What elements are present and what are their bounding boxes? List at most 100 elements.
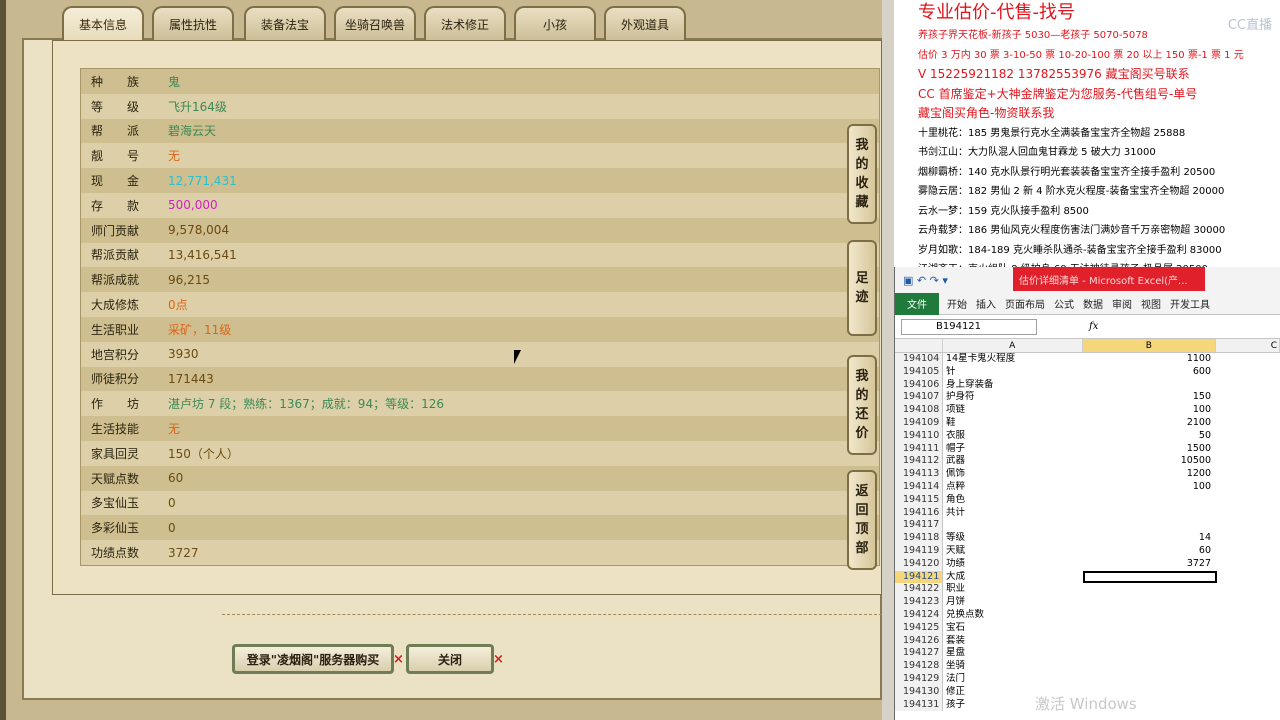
cell-a[interactable]: 大成	[943, 571, 1083, 584]
game-scrollbar[interactable]	[882, 0, 894, 720]
row-number[interactable]: 194129	[895, 672, 943, 686]
row-number[interactable]: 194108	[895, 404, 943, 417]
close-button[interactable]: 关闭	[406, 644, 494, 674]
cell-a[interactable]: 职业	[943, 583, 1083, 596]
cell-b[interactable]	[1083, 570, 1217, 584]
row-number[interactable]: 194113	[895, 468, 943, 481]
cell-a[interactable]: 14星卡鬼火程度	[943, 353, 1083, 366]
cell-b[interactable]: 1500	[1083, 443, 1217, 456]
cell-a[interactable]: 星盘	[943, 647, 1083, 660]
row-number[interactable]: 194125	[895, 621, 943, 635]
my-offers-button[interactable]: 我的还价	[847, 355, 877, 455]
row-number[interactable]: 194126	[895, 634, 943, 648]
cell-a[interactable]: 武器	[943, 455, 1083, 468]
ribbon-tab[interactable]: 公式	[1054, 296, 1074, 311]
tab-item-5[interactable]: 小孩	[514, 6, 596, 40]
cell-a[interactable]: 套装	[943, 635, 1083, 648]
tab-item-6[interactable]: 外观道具	[604, 6, 686, 40]
cell-b[interactable]	[1083, 647, 1217, 660]
row-number[interactable]: 194117	[895, 519, 943, 533]
cell-b[interactable]	[1083, 494, 1217, 507]
ribbon-tab[interactable]: 开始	[947, 296, 967, 311]
cell-b[interactable]: 60	[1083, 545, 1217, 558]
row-number[interactable]: 194109	[895, 416, 943, 430]
tab-basic-info[interactable]: 基本信息	[62, 6, 144, 40]
column-header-b[interactable]: B	[1082, 339, 1217, 352]
cell-b[interactable]: 1100	[1083, 353, 1217, 366]
ribbon-tab[interactable]: 审阅	[1112, 296, 1132, 311]
cell-b[interactable]	[1083, 507, 1217, 520]
row-number[interactable]: 194114	[895, 480, 943, 494]
cell-a[interactable]: 宝石	[943, 622, 1083, 635]
cell-a[interactable]: 衣服	[943, 430, 1083, 443]
column-header-a[interactable]: A	[943, 339, 1083, 352]
cell-b[interactable]	[1083, 673, 1217, 686]
row-number[interactable]: 194110	[895, 429, 943, 443]
back-to-top-button[interactable]: 返回顶部	[847, 470, 877, 570]
tab-item-1[interactable]: 属性抗性	[152, 6, 234, 40]
cell-a[interactable]: 共计	[943, 507, 1083, 520]
cell-b[interactable]: 2100	[1083, 417, 1217, 430]
row-number[interactable]: 194124	[895, 608, 943, 622]
cell-b[interactable]: 100	[1083, 481, 1217, 494]
cell-b[interactable]: 14	[1083, 532, 1217, 545]
cell-a[interactable]: 角色	[943, 494, 1083, 507]
save-icon[interactable]: ▣ ↶ ↷ ▾	[895, 274, 948, 287]
tab-item-3[interactable]: 坐骑召唤兽	[334, 6, 416, 40]
cell-a[interactable]: 针	[943, 366, 1083, 379]
cell-b[interactable]: 10500	[1083, 455, 1217, 468]
name-box[interactable]: B194121	[901, 318, 1037, 335]
row-number[interactable]: 194131	[895, 698, 943, 712]
tab-item-2[interactable]: 装备法宝	[244, 6, 326, 40]
row-number[interactable]: 194104	[895, 353, 943, 366]
ribbon-tab[interactable]: 视图	[1141, 296, 1161, 311]
buy-button[interactable]: 登录"凌烟阁"服务器购买	[232, 644, 394, 674]
row-number[interactable]: 194118	[895, 532, 943, 545]
file-tab[interactable]: 文件	[895, 292, 939, 315]
row-number[interactable]: 194107	[895, 391, 943, 405]
row-number[interactable]: 194111	[895, 442, 943, 456]
corner-cell[interactable]	[895, 339, 943, 352]
footprint-button[interactable]: 足迹	[847, 240, 877, 336]
cell-a[interactable]: 点粹	[943, 481, 1083, 494]
cell-b[interactable]	[1083, 519, 1217, 532]
row-number[interactable]: 194122	[895, 583, 943, 597]
tab-item-4[interactable]: 法术修正	[424, 6, 506, 40]
cell-b[interactable]: 50	[1083, 430, 1217, 443]
row-number[interactable]: 194115	[895, 493, 943, 507]
cell-a[interactable]: 身上穿装备	[943, 379, 1083, 392]
row-number[interactable]: 194116	[895, 506, 943, 520]
cell-b[interactable]: 1200	[1083, 468, 1217, 481]
row-number[interactable]: 194130	[895, 685, 943, 699]
ribbon-tab[interactable]: 开发工具	[1170, 296, 1210, 311]
cell-b[interactable]	[1083, 609, 1217, 622]
cell-a[interactable]: 佩饰	[943, 468, 1083, 481]
fx-icon[interactable]: fx	[1089, 321, 1098, 332]
row-number[interactable]: 194112	[895, 455, 943, 469]
cell-b[interactable]	[1083, 596, 1217, 609]
row-number[interactable]: 194121	[895, 570, 943, 584]
cell-b[interactable]: 3727	[1083, 558, 1217, 571]
row-number[interactable]: 194127	[895, 647, 943, 661]
cell-a[interactable]: 兑换点数	[943, 609, 1083, 622]
row-number[interactable]: 194123	[895, 596, 943, 609]
cell-b[interactable]: 600	[1083, 366, 1217, 379]
cell-a[interactable]: 项链	[943, 404, 1083, 417]
cell-a[interactable]: 天赋	[943, 545, 1083, 558]
cell-b[interactable]: 150	[1083, 391, 1217, 404]
row-number[interactable]: 194106	[895, 378, 943, 392]
cell-a[interactable]: 坐骑	[943, 660, 1083, 673]
cell-b[interactable]	[1083, 635, 1217, 648]
cell-b[interactable]	[1083, 379, 1217, 392]
cell-a[interactable]: 法门	[943, 673, 1083, 686]
cell-b[interactable]	[1083, 622, 1217, 635]
cell-a[interactable]	[943, 519, 1083, 532]
column-header-c[interactable]: C	[1216, 339, 1280, 352]
my-favorites-button[interactable]: 我的收藏	[847, 124, 877, 224]
cell-a[interactable]: 鞋	[943, 417, 1083, 430]
row-number[interactable]: 194119	[895, 544, 943, 558]
cell-a[interactable]: 帽子	[943, 443, 1083, 456]
cell-b[interactable]: 100	[1083, 404, 1217, 417]
cell-a[interactable]: 等级	[943, 532, 1083, 545]
cell-b[interactable]	[1083, 583, 1217, 596]
